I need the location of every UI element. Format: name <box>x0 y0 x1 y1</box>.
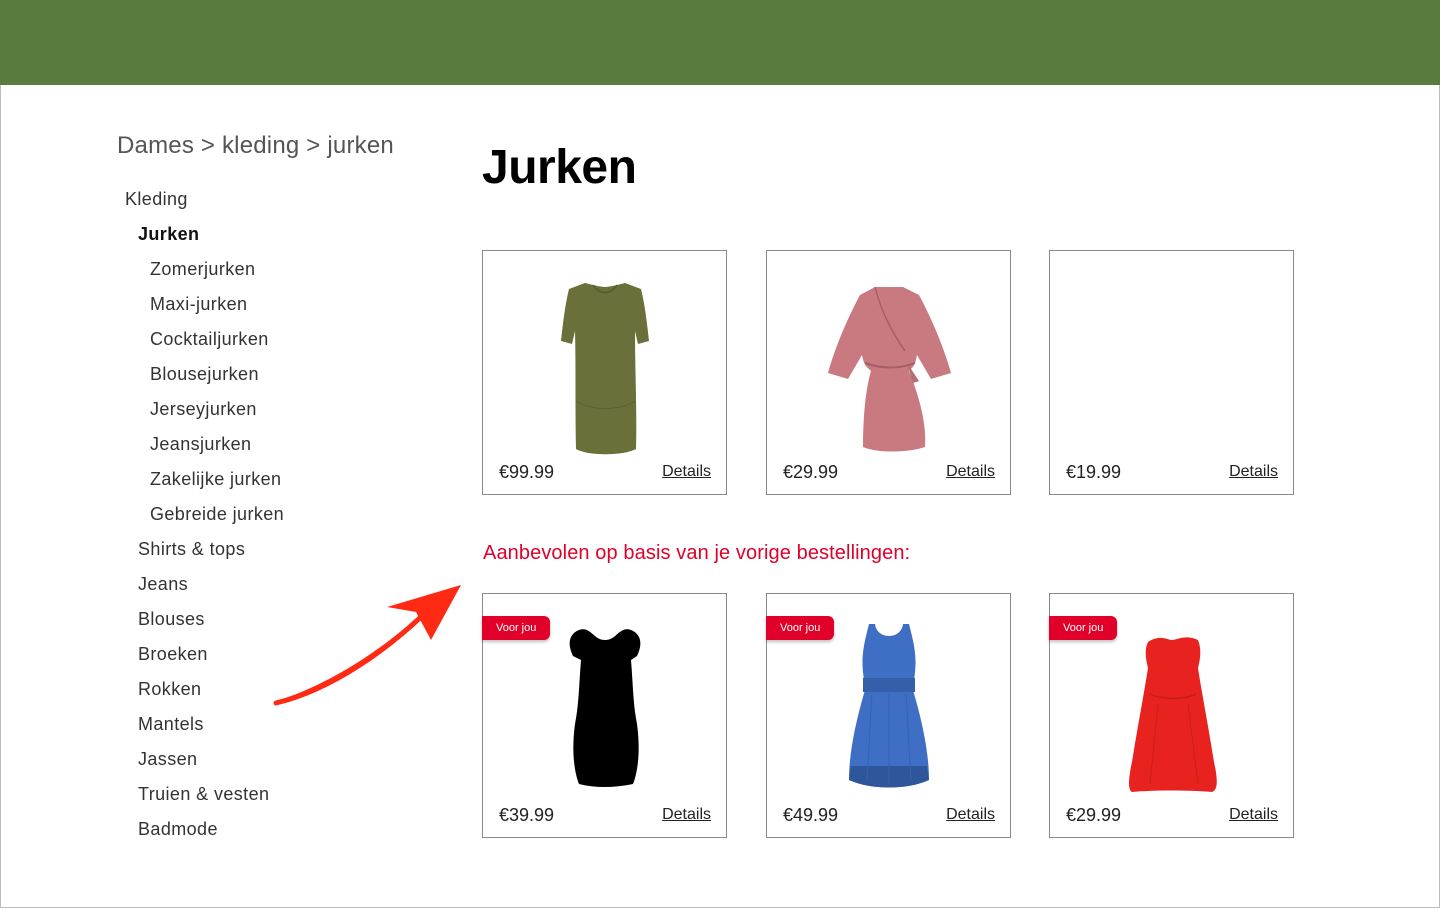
product-price: €99.99 <box>499 462 555 482</box>
sidebar-item-jeansjurken[interactable]: Jeansjurken <box>150 434 251 455</box>
sidebar-item-jassen[interactable]: Jassen <box>138 749 197 770</box>
sidebar-item-maxi-jurken[interactable]: Maxi-jurken <box>150 294 247 315</box>
product-card[interactable]: €29.99 Details <box>766 250 1011 495</box>
voor-jou-badge: Voor jou <box>482 616 551 640</box>
pink-dress-image <box>828 286 951 452</box>
product-card[interactable]: €19.99 Details <box>1049 250 1294 495</box>
recommended-product-card[interactable]: Voor jou €29.99 Details <box>1049 593 1294 838</box>
details-link[interactable]: Details <box>1229 463 1278 481</box>
sidebar-item-cocktailjurken[interactable]: Cocktailjurken <box>150 329 269 350</box>
sidebar-item-zakelijke-jurken[interactable]: Zakelijke jurken <box>150 469 281 490</box>
details-link[interactable]: Details <box>662 806 711 824</box>
voor-jou-badge: Voor jou <box>766 616 835 640</box>
sidebar-item-gebreide-jurken[interactable]: Gebreide jurken <box>150 504 284 525</box>
details-link[interactable]: Details <box>946 806 995 824</box>
sidebar-item-kleding[interactable]: Kleding <box>125 189 188 210</box>
voor-jou-badge: Voor jou <box>1049 616 1118 640</box>
site-header-bar <box>0 0 1440 85</box>
product-price: €19.99 <box>1066 462 1122 482</box>
page-title: Jurken <box>482 141 637 194</box>
product-card[interactable]: €99.99 Details <box>482 250 727 495</box>
product-price: €49.99 <box>783 805 839 825</box>
recommended-product-card[interactable]: Voor jou €39.99 Details <box>482 593 727 838</box>
sidebar-item-truien-vesten[interactable]: Truien & vesten <box>138 784 269 805</box>
sidebar-item-broeken[interactable]: Broeken <box>138 644 208 665</box>
details-link[interactable]: Details <box>1229 806 1278 824</box>
sidebar-item-badmode[interactable]: Badmode <box>138 819 218 840</box>
olive-dress-image <box>561 283 649 455</box>
sidebar-item-zomerjurken[interactable]: Zomerjurken <box>150 259 255 280</box>
sidebar-item-blouses[interactable]: Blouses <box>138 609 205 630</box>
sidebar-item-blousejurken[interactable]: Blousejurken <box>150 364 259 385</box>
breadcrumb[interactable]: Dames > kleding > jurken <box>117 132 394 160</box>
recommended-product-card[interactable]: Voor jou €49.99 Details <box>766 593 1011 838</box>
product-price: €29.99 <box>1066 805 1122 825</box>
sidebar-item-jeans[interactable]: Jeans <box>138 574 188 595</box>
sidebar-item-mantels[interactable]: Mantels <box>138 714 204 735</box>
sidebar-item-jerseyjurken[interactable]: Jerseyjurken <box>150 399 257 420</box>
sidebar-item-jurken[interactable]: Jurken <box>138 224 199 245</box>
product-price: €29.99 <box>783 462 839 482</box>
product-price: €39.99 <box>499 805 555 825</box>
sidebar-item-rokken[interactable]: Rokken <box>138 679 201 700</box>
sidebar-item-shirts-tops[interactable]: Shirts & tops <box>138 539 245 560</box>
recommendations-heading: Aanbevolen op basis van je vorige bestel… <box>483 542 911 564</box>
details-link[interactable]: Details <box>662 463 711 481</box>
details-link[interactable]: Details <box>946 463 995 481</box>
